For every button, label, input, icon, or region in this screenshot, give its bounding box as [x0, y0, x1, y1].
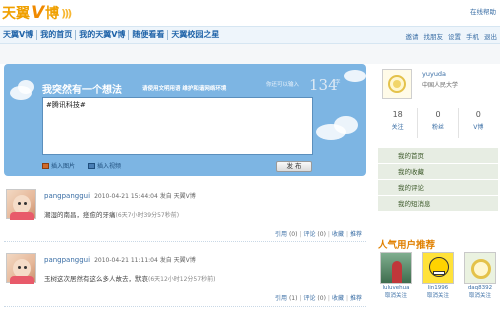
post-input[interactable]: #腾讯科技#: [42, 97, 313, 155]
quote-count: (1): [288, 295, 298, 302]
menu-my-comments[interactable]: 我的评论: [378, 180, 498, 196]
recommended-user: lin1996 取消关注: [420, 252, 456, 299]
post-text: 玉树这次居然有这么多人故去，默哀: [44, 275, 148, 283]
cloud-decoration: [344, 70, 366, 82]
stat-followers-label: 粉丝: [431, 124, 444, 131]
nav-home-vbo[interactable]: 天翼V博: [0, 30, 38, 40]
recommend-link[interactable]: 推荐: [350, 295, 362, 302]
recommended-user-avatar[interactable]: [380, 252, 412, 284]
cloud-decoration: [334, 116, 358, 134]
logo-text-right: 博: [45, 6, 60, 22]
menu-my-home[interactable]: 我的首页: [378, 148, 498, 164]
nav-my-vbo[interactable]: 我的天翼V博: [76, 30, 130, 40]
nav-mobile[interactable]: 手机: [466, 31, 479, 41]
stat-following-count: 18: [392, 110, 403, 119]
help-link[interactable]: 在线帮助: [470, 6, 496, 16]
logo-text-left: 天翼: [2, 6, 30, 22]
menu-my-favorites[interactable]: 我的收藏: [378, 164, 498, 180]
compose-subtitle: 请使用文明用语 维护和谐网络环境: [142, 86, 227, 92]
comment-count: (0): [317, 231, 326, 238]
char-count: 134: [309, 76, 338, 94]
profile-school: 中国人民大学: [422, 82, 459, 89]
recommend-list: luluvehua 取消关注 lin1996 取消关注 daq8392 取消关注: [378, 252, 498, 299]
post-relative-time: (6天7小时39分57秒前): [115, 212, 180, 219]
main-nav: 天翼V博 我的首页 我的天翼V博 随便看看 天翼校园之星 邀请 找朋友 设置 手…: [0, 26, 500, 44]
char-count-unit: 字: [335, 80, 341, 86]
nav-logout[interactable]: 退出: [484, 31, 497, 41]
post-header: pangpanggui 2010-04-21 15:44:04 发自 天翼V博: [44, 191, 196, 200]
image-icon: [42, 162, 49, 169]
post-text: 潮湿的南昌，痉愈的牙痛: [44, 211, 116, 219]
quote-link[interactable]: 引用: [275, 295, 287, 302]
post-actions: 引用 (0) | 评论 (0) | 收藏 | 推荐: [275, 231, 362, 238]
feed-post: pangpanggui 2010-04-21 11:11:04 发自 天翼V博 玉…: [4, 242, 366, 307]
profile-avatar[interactable]: [382, 69, 412, 99]
nav-primary: 天翼V博 我的首页 我的天翼V博 随便看看 天翼校园之星: [0, 30, 222, 40]
stat-following-label: 关注: [391, 124, 404, 131]
video-icon: [88, 162, 95, 169]
insert-video-button[interactable]: 插入视频: [88, 161, 121, 170]
logo-text-v: V: [31, 3, 45, 23]
header-band: [0, 44, 500, 64]
stat-followers[interactable]: 0 粉丝: [418, 108, 459, 138]
post-relative-time: (6天12小时12分57秒前): [148, 276, 216, 283]
author-name[interactable]: pangpanggui: [44, 192, 90, 200]
author-name[interactable]: pangpanggui: [44, 256, 90, 264]
comment-link[interactable]: 评论: [303, 231, 315, 238]
compose-panel: 我突然有一个想法 请使用文明用语 维护和谐网络环境 你还可以输入 134 字 #…: [4, 64, 366, 176]
nav-find-friends[interactable]: 找朋友: [424, 31, 444, 41]
favorite-link[interactable]: 收藏: [332, 295, 344, 302]
profile-stats: 18 关注 0 粉丝 0 V博: [378, 108, 498, 138]
profile-username[interactable]: yuyuda: [422, 70, 446, 78]
nav-invite[interactable]: 邀请: [406, 31, 419, 41]
recommend-title: 人气用户推荐: [378, 240, 436, 251]
comment-count: (0): [317, 295, 326, 302]
nav-my-home[interactable]: 我的首页: [37, 30, 77, 40]
post-body: 玉树这次居然有这么多人故去，默哀(6天12小时12分57秒前): [44, 273, 215, 283]
post-body: 潮湿的南昌，痉愈的牙痛(6天7小时39分57秒前): [44, 209, 179, 219]
post-feed: pangpanggui 2010-04-21 15:44:04 发自 天翼V博 潮…: [4, 178, 366, 307]
menu-my-messages[interactable]: 我的短消息: [378, 196, 498, 212]
site-logo[interactable]: 天翼 V 博))): [2, 2, 72, 24]
quote-count: (0): [288, 231, 298, 238]
post-meta: 2010-04-21 11:11:04 发自 天翼V博: [94, 257, 196, 264]
unfollow-link[interactable]: 取消关注: [378, 291, 414, 299]
char-count-hint: 你还可以输入: [266, 82, 300, 88]
author-avatar[interactable]: [6, 189, 36, 220]
cloud-decoration: [18, 80, 34, 94]
top-bar: 天翼 V 博))) 在线帮助: [0, 0, 500, 26]
signal-waves-icon: ))): [61, 6, 72, 20]
compose-title: 我突然有一个想法: [42, 85, 122, 96]
recommended-user: daq8392 取消关注: [462, 252, 498, 299]
nav-secondary: 邀请 找朋友 设置 手机 退出: [406, 31, 498, 41]
author-avatar[interactable]: [6, 253, 36, 284]
stat-posts-label: V博: [473, 124, 484, 131]
stat-followers-count: 0: [435, 110, 441, 119]
favorite-link[interactable]: 收藏: [332, 231, 344, 238]
insert-image-label: 插入图片: [51, 163, 76, 170]
stat-posts-count: 0: [475, 110, 481, 119]
insert-video-label: 插入视频: [97, 163, 122, 170]
insert-image-button[interactable]: 插入图片: [42, 161, 75, 170]
post-header: pangpanggui 2010-04-21 11:11:04 发自 天翼V博: [44, 255, 196, 264]
unfollow-link[interactable]: 取消关注: [462, 291, 498, 299]
recommend-link[interactable]: 推荐: [350, 231, 362, 238]
publish-button[interactable]: 发 布: [276, 161, 312, 172]
comment-link[interactable]: 评论: [303, 295, 315, 302]
stat-posts[interactable]: 0 V博: [459, 108, 498, 138]
recommended-user-avatar[interactable]: [464, 252, 496, 284]
unfollow-link[interactable]: 取消关注: [420, 291, 456, 299]
recommended-user: luluvehua 取消关注: [378, 252, 414, 299]
side-menu: 我的首页 我的收藏 我的评论 我的短消息: [378, 148, 498, 212]
quote-link[interactable]: 引用: [275, 231, 287, 238]
feed-post: pangpanggui 2010-04-21 15:44:04 发自 天翼V博 潮…: [4, 178, 366, 242]
post-meta: 2010-04-21 15:44:04 发自 天翼V博: [94, 193, 196, 200]
nav-settings[interactable]: 设置: [448, 31, 461, 41]
stat-following[interactable]: 18 关注: [378, 108, 419, 138]
nav-browse[interactable]: 随便看看: [129, 30, 169, 40]
post-actions: 引用 (1) | 评论 (0) | 收藏 | 推荐: [275, 295, 362, 302]
nav-campus-star[interactable]: 天翼校园之星: [168, 30, 222, 40]
recommended-user-avatar[interactable]: [422, 252, 454, 284]
